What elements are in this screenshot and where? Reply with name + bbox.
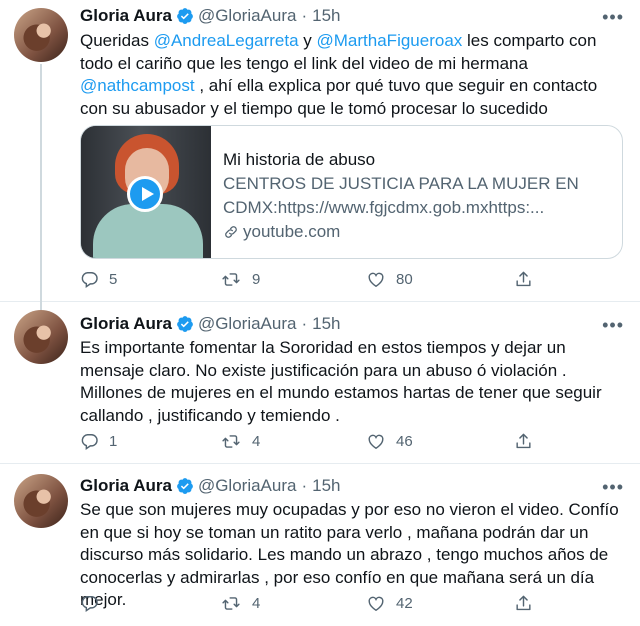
retweet-count: 4 [252, 595, 261, 612]
more-options-icon[interactable]: ••• [602, 478, 624, 496]
like-count: 42 [396, 595, 413, 612]
tweet-text: Es importante fomentar la Sororidad en e… [80, 338, 602, 425]
tweet-3[interactable]: Gloria Aura @GloriaAura · 15h ••• Se que… [0, 464, 640, 626]
share-button[interactable] [514, 270, 533, 289]
mention-link[interactable]: @MarthaFigueroax [317, 31, 463, 50]
like-icon [368, 272, 384, 288]
text-segment: y [298, 31, 317, 50]
avatar[interactable] [14, 474, 68, 528]
separator-dot: · [301, 476, 308, 495]
card-domain: youtube.com [223, 220, 613, 244]
more-options-icon[interactable]: ••• [602, 316, 624, 334]
tweet-header: Gloria Aura @GloriaAura · 15h [80, 314, 341, 334]
reply-button[interactable]: 5 [80, 270, 117, 289]
mention-link[interactable]: @AndreaLegarreta [154, 31, 299, 50]
share-button[interactable] [514, 594, 533, 613]
play-icon[interactable] [127, 176, 163, 212]
handle[interactable]: @GloriaAura [198, 6, 297, 26]
tweet-header: Gloria Aura @GloriaAura · 15h [80, 476, 341, 496]
text-segment: Queridas [80, 31, 154, 50]
mention-link[interactable]: @nathcampost [80, 76, 195, 95]
tweet-actions: 5 9 80 [80, 270, 540, 294]
timestamp[interactable]: 15h [312, 476, 340, 496]
reply-count: 5 [109, 271, 118, 288]
retweet-icon [222, 273, 240, 286]
share-icon [516, 433, 531, 449]
separator-dot: · [301, 6, 308, 25]
retweet-button[interactable]: 4 [220, 594, 260, 613]
verified-badge-icon [177, 316, 193, 332]
like-button[interactable]: 80 [366, 270, 413, 289]
reply-icon [81, 434, 98, 450]
more-options-icon[interactable]: ••• [602, 8, 624, 26]
separator-dot: · [301, 314, 308, 333]
display-name[interactable]: Gloria Aura [80, 6, 172, 26]
thread-connector-line [40, 64, 42, 310]
like-count: 80 [396, 271, 413, 288]
link-preview-card[interactable]: Mi historia de abuso CENTROS DE JUSTICIA… [80, 125, 623, 259]
display-name[interactable]: Gloria Aura [80, 476, 172, 496]
verified-badge-icon [177, 478, 193, 494]
video-thumbnail[interactable] [81, 126, 211, 258]
tweet-text: Queridas @AndreaLegarreta y @MarthaFigue… [80, 30, 628, 120]
like-icon [368, 434, 384, 450]
verified-badge-icon [177, 8, 193, 24]
tweet-actions: 4 42 [80, 594, 540, 618]
tweet-actions: 1 4 46 [80, 432, 540, 456]
reply-button[interactable] [80, 594, 109, 613]
like-button[interactable]: 42 [366, 594, 413, 613]
avatar[interactable] [14, 8, 68, 62]
reply-icon [81, 272, 98, 288]
reply-button[interactable]: 1 [80, 432, 117, 451]
timestamp[interactable]: 15h [312, 314, 340, 334]
handle[interactable]: @GloriaAura [198, 314, 297, 334]
retweet-icon [222, 435, 240, 448]
tweet-1[interactable]: Gloria Aura @GloriaAura · 15h ••• Querid… [0, 0, 640, 310]
display-name[interactable]: Gloria Aura [80, 314, 172, 334]
share-icon [516, 271, 531, 287]
card-domain-text: youtube.com [243, 222, 341, 241]
like-button[interactable]: 46 [366, 432, 413, 451]
avatar[interactable] [14, 310, 68, 364]
like-icon [368, 596, 384, 612]
share-icon [516, 595, 531, 611]
handle[interactable]: @GloriaAura [198, 476, 297, 496]
tweet-2[interactable]: Gloria Aura @GloriaAura · 15h ••• Es imp… [0, 302, 640, 464]
retweet-button[interactable]: 9 [220, 270, 260, 289]
link-icon [225, 226, 237, 238]
card-description: CENTROS DE JUSTICIA PARA LA MUJER EN CDM… [223, 174, 579, 217]
tweet-header: Gloria Aura @GloriaAura · 15h [80, 6, 341, 26]
retweet-icon [222, 597, 240, 610]
retweet-button[interactable]: 4 [220, 432, 260, 451]
share-button[interactable] [514, 432, 533, 451]
retweet-count: 9 [252, 271, 261, 288]
card-body: Mi historia de abuso CENTROS DE JUSTICIA… [223, 148, 613, 244]
reply-icon [81, 596, 98, 612]
retweet-count: 4 [252, 433, 261, 450]
card-title: Mi historia de abuso [223, 150, 376, 169]
reply-count: 1 [109, 433, 118, 450]
timestamp[interactable]: 15h [312, 6, 340, 26]
like-count: 46 [396, 433, 413, 450]
